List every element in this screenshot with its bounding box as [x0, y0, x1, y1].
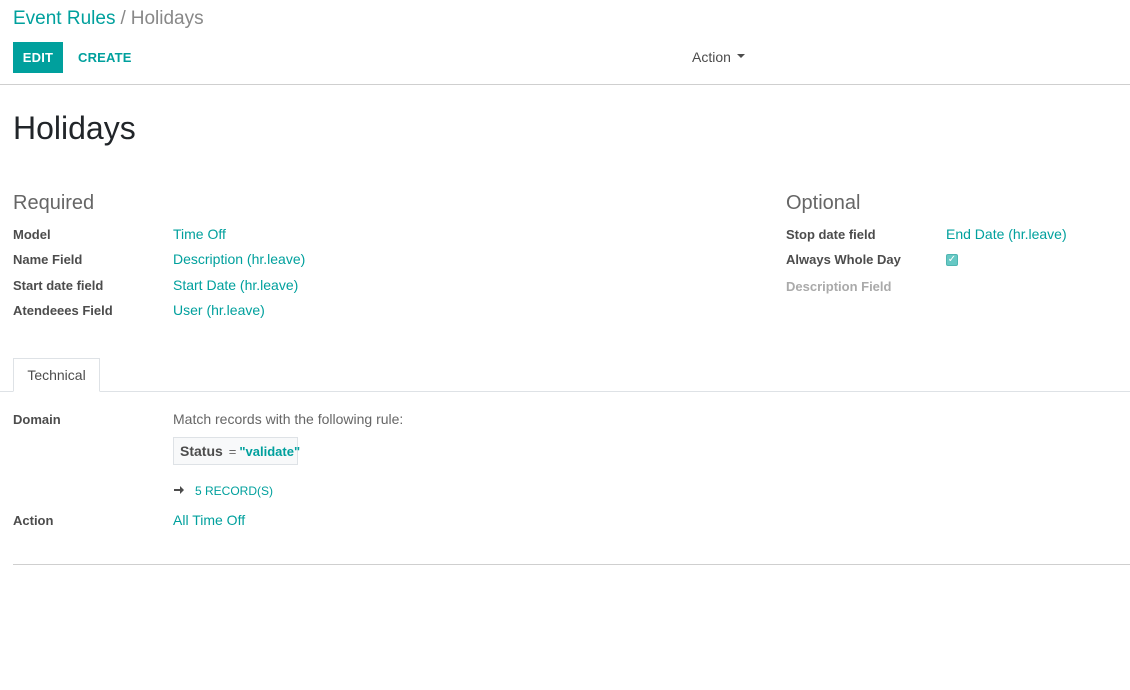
field-value-model[interactable]: Time Off	[173, 226, 226, 242]
bottom-divider	[13, 564, 1130, 565]
domain-rule-field: Status	[180, 443, 223, 459]
field-label-model: Model	[13, 227, 51, 242]
arrow-right-icon	[174, 486, 184, 494]
field-value-action[interactable]: All Time Off	[173, 512, 245, 528]
field-label-whole-day: Always Whole Day	[786, 252, 901, 267]
tabs-divider	[0, 391, 1130, 392]
breadcrumb-separator: /	[120, 8, 126, 29]
record-title: Holidays	[13, 110, 136, 146]
edit-button[interactable]: EDIT	[13, 42, 63, 73]
field-value-start-date[interactable]: Start Date (hr.leave)	[173, 277, 298, 293]
optional-group-title: Optional	[786, 192, 861, 214]
create-button[interactable]: CREATE	[70, 42, 140, 73]
field-label-action: Action	[13, 513, 54, 528]
whole-day-checkbox[interactable]: ✓	[946, 254, 958, 266]
field-value-attendees[interactable]: User (hr.leave)	[173, 302, 265, 318]
field-value-stop-date[interactable]: End Date (hr.leave)	[946, 226, 1067, 242]
tab-technical[interactable]: Technical	[13, 358, 100, 392]
action-dropdown[interactable]: Action	[692, 49, 745, 65]
field-label-domain: Domain	[13, 412, 61, 427]
field-label-start-date: Start date field	[13, 278, 104, 293]
field-label-description: Description Field	[786, 279, 892, 294]
domain-rule: Status = "validate"	[173, 437, 301, 465]
required-group-title: Required	[13, 192, 95, 214]
control-panel: Event Rules / Holidays EDIT CREATE Action	[0, 0, 1130, 85]
breadcrumb-current: Holidays	[130, 8, 204, 29]
checkmark-icon: ✓	[947, 254, 957, 265]
field-label-attendees: Atendeees Field	[13, 303, 113, 318]
field-label-stop-date: Stop date field	[786, 227, 876, 242]
records-link[interactable]: 5 RECORD(S)	[195, 484, 273, 498]
caret-down-icon	[736, 54, 745, 59]
breadcrumb: Event Rules / Holidays	[13, 8, 204, 30]
field-label-name-field: Name Field	[13, 252, 83, 267]
field-value-name-field[interactable]: Description (hr.leave)	[173, 251, 305, 267]
domain-rule-value: "validate"	[239, 444, 301, 459]
breadcrumb-event-rules-link[interactable]: Event Rules	[13, 8, 115, 29]
domain-rule-operator: =	[228, 444, 237, 459]
domain-description: Match records with the following rule:	[173, 411, 404, 427]
action-dropdown-label: Action	[692, 49, 731, 65]
